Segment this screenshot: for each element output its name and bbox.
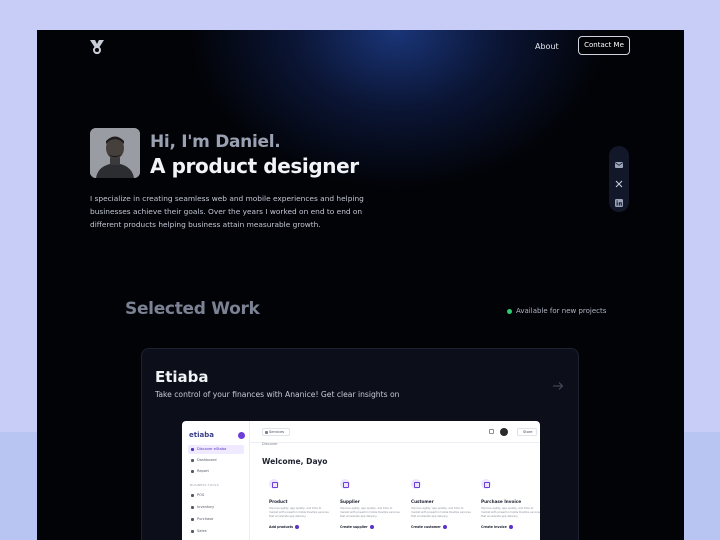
- preview-breadcrumb: Discover: [262, 442, 278, 446]
- greeting-text: Hi, I'm Daniel.: [150, 132, 281, 152]
- social-links: [609, 146, 629, 212]
- project-card[interactable]: Etiaba Take control of your finances wit…: [141, 348, 579, 540]
- contact-me-button[interactable]: Contact Me: [578, 36, 630, 55]
- preview-sidebar-item: Report: [188, 467, 244, 476]
- availability-status: Available for new projects: [507, 305, 606, 317]
- preview-welcome: Welcome, Dayo: [262, 457, 328, 466]
- preview-tile: Purchase Invoice Improve agility, app qu…: [478, 479, 540, 537]
- site-logo-icon[interactable]: [88, 39, 106, 55]
- arrow-right-icon[interactable]: [552, 376, 564, 390]
- hero-headline: A product designer: [150, 154, 359, 178]
- preview-section-label: BUSINESS TOOLS: [190, 483, 219, 487]
- availability-text: Available for new projects: [516, 307, 607, 315]
- linkedin-icon[interactable]: [614, 193, 624, 208]
- project-description: Take control of your finances with Anani…: [155, 390, 400, 399]
- project-title: Etiaba: [155, 368, 209, 386]
- preview-collapse-icon: [238, 432, 245, 439]
- preview-topbar: Services Store: [250, 421, 540, 443]
- mail-icon[interactable]: [614, 155, 624, 168]
- invoice-icon: [481, 479, 491, 489]
- preview-tile: Customer Improve agility, app quality, a…: [408, 479, 471, 537]
- avatar: [90, 128, 140, 178]
- customer-icon: [411, 479, 421, 489]
- preview-sidebar-item: Dashboard: [188, 456, 244, 465]
- status-dot-icon: [507, 308, 512, 314]
- preview-sidebar: etiaba Discover eStaba Dashboard Report …: [182, 421, 250, 540]
- preview-user-avatar: [500, 428, 508, 436]
- project-preview: etiaba Discover eStaba Dashboard Report …: [182, 421, 540, 540]
- nav-about-link[interactable]: About: [535, 40, 559, 54]
- x-icon[interactable]: [614, 174, 624, 188]
- preview-tile: Supplier Improve agility, app quality, a…: [337, 479, 400, 537]
- supplier-icon: [340, 479, 350, 489]
- preview-sidebar-item: Sales: [188, 527, 244, 536]
- portfolio-page: About Contact Me Hi, I'm Daniel. A produ…: [37, 30, 684, 540]
- preview-sidebar-item: POS: [188, 491, 244, 500]
- preview-sidebar-item: Purchase: [188, 515, 244, 524]
- selected-work-heading: Selected Work: [125, 299, 260, 319]
- preview-logo: etiaba: [189, 431, 214, 439]
- preview-sidebar-item: Inventory: [188, 503, 244, 512]
- preview-store-select: Store: [517, 428, 537, 436]
- preview-branch-select: Services: [262, 428, 290, 436]
- product-icon: [269, 479, 279, 489]
- preview-sidebar-item: Discover eStaba: [188, 445, 244, 454]
- preview-tile: Product Improve agility, app quality, an…: [266, 479, 329, 537]
- hero-bio: I specialize in creating seamless web an…: [90, 194, 364, 229]
- preview-bell-icon: [489, 429, 494, 434]
